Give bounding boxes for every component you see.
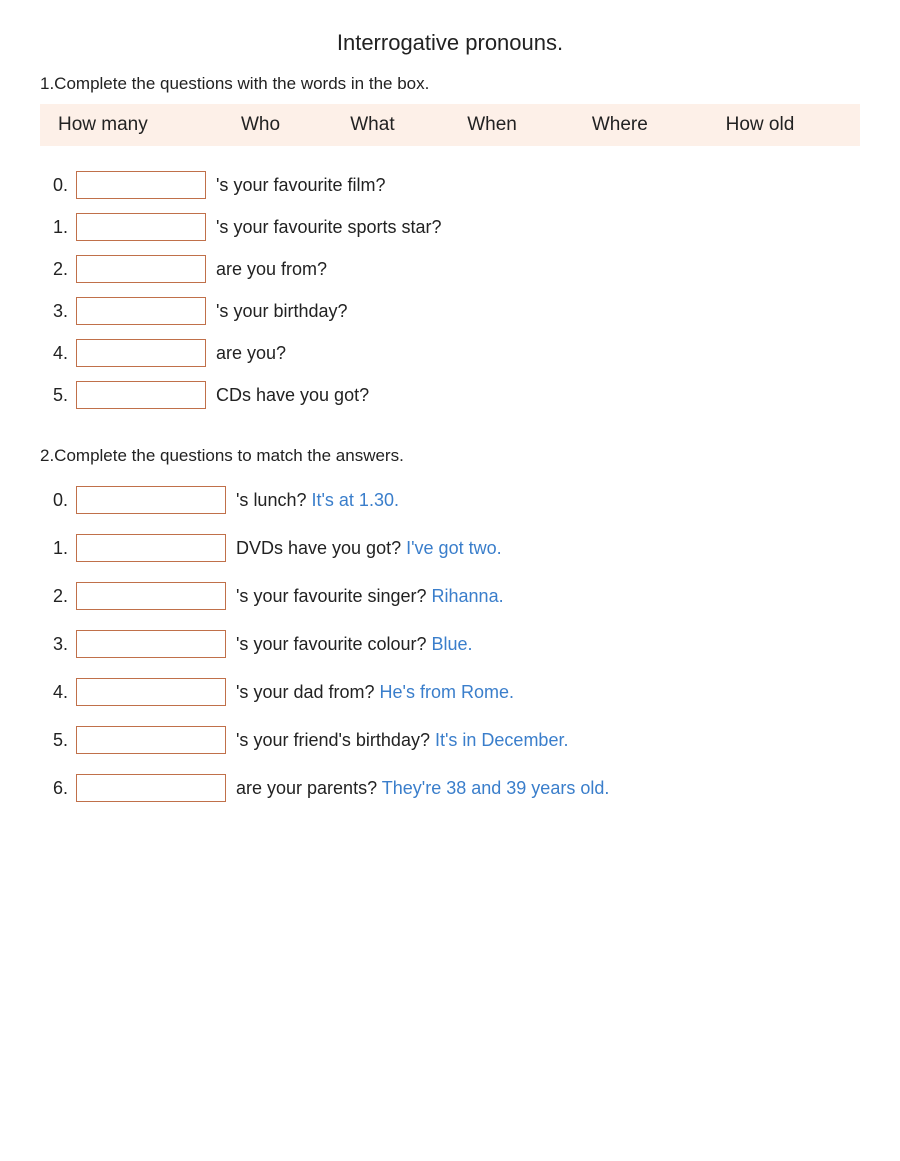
answer-input-s2-4[interactable] bbox=[76, 678, 226, 706]
table-row: 0. 's your favourite film? bbox=[40, 164, 860, 206]
answer-input-s1-2[interactable] bbox=[76, 255, 206, 283]
answer-input-s2-6[interactable] bbox=[76, 774, 226, 802]
page-title: Interrogative pronouns. bbox=[40, 30, 860, 56]
list-item: 2. 's your favourite singer? Rihanna. bbox=[40, 572, 860, 620]
blue-answer: Rihanna. bbox=[432, 586, 504, 606]
question-with-answer: 's your dad from? He's from Rome. bbox=[232, 668, 860, 716]
blue-answer: I've got two. bbox=[406, 538, 501, 558]
question-number: 2. bbox=[40, 248, 72, 290]
answer-input-s1-0[interactable] bbox=[76, 171, 206, 199]
table-row: 3. 's your birthday? bbox=[40, 290, 860, 332]
word-box-item: Where bbox=[574, 104, 708, 146]
list-item: 1. DVDs have you got? I've got two. bbox=[40, 524, 860, 572]
table-row: 2. are you from? bbox=[40, 248, 860, 290]
blue-answer: He's from Rome. bbox=[380, 682, 514, 702]
question-number: 3. bbox=[40, 290, 72, 332]
question-number: 1. bbox=[40, 524, 72, 572]
question-with-answer: 's lunch? It's at 1.30. bbox=[232, 476, 860, 524]
question-with-answer: 's your friend's birthday? It's in Decem… bbox=[232, 716, 860, 764]
table-row: 4. are you? bbox=[40, 332, 860, 374]
answer-input-s1-5[interactable] bbox=[76, 381, 206, 409]
answer-input-s2-3[interactable] bbox=[76, 630, 226, 658]
list-item: 0. 's lunch? It's at 1.30. bbox=[40, 476, 860, 524]
word-box-item: When bbox=[449, 104, 574, 146]
question-number: 3. bbox=[40, 620, 72, 668]
question-number: 0. bbox=[40, 476, 72, 524]
question-text: 's your favourite film? bbox=[212, 164, 860, 206]
answer-input-s2-2[interactable] bbox=[76, 582, 226, 610]
answer-input-s1-1[interactable] bbox=[76, 213, 206, 241]
answer-input-s1-4[interactable] bbox=[76, 339, 206, 367]
list-item: 5. 's your friend's birthday? It's in Dec… bbox=[40, 716, 860, 764]
question-text: 's your birthday? bbox=[212, 290, 860, 332]
question-with-answer: DVDs have you got? I've got two. bbox=[232, 524, 860, 572]
answer-input-s2-5[interactable] bbox=[76, 726, 226, 754]
question-number: 5. bbox=[40, 716, 72, 764]
word-box: How manyWhoWhatWhenWhereHow old bbox=[40, 104, 860, 146]
section2-instruction: 2.Complete the questions to match the an… bbox=[40, 446, 860, 466]
question-text: are you from? bbox=[212, 248, 860, 290]
section1-instruction: 1.Complete the questions with the words … bbox=[40, 74, 860, 94]
question-number: 6. bbox=[40, 764, 72, 812]
question-number: 0. bbox=[40, 164, 72, 206]
question-with-answer: 's your favourite colour? Blue. bbox=[232, 620, 860, 668]
blue-answer: They're 38 and 39 years old. bbox=[382, 778, 610, 798]
question-text: are you? bbox=[212, 332, 860, 374]
word-box-item: What bbox=[332, 104, 449, 146]
blue-answer: It's in December. bbox=[435, 730, 569, 750]
question-with-answer: are your parents? They're 38 and 39 year… bbox=[232, 764, 860, 812]
question-number: 1. bbox=[40, 206, 72, 248]
question-number: 5. bbox=[40, 374, 72, 416]
answer-input-s1-3[interactable] bbox=[76, 297, 206, 325]
question-text: 's your favourite sports star? bbox=[212, 206, 860, 248]
list-item: 3. 's your favourite colour? Blue. bbox=[40, 620, 860, 668]
answer-input-s2-0[interactable] bbox=[76, 486, 226, 514]
blue-answer: It's at 1.30. bbox=[311, 490, 399, 510]
table-row: 1. 's your favourite sports star? bbox=[40, 206, 860, 248]
question-number: 4. bbox=[40, 332, 72, 374]
table-row: 5. CDs have you got? bbox=[40, 374, 860, 416]
blue-answer: Blue. bbox=[432, 634, 473, 654]
question-text: CDs have you got? bbox=[212, 374, 860, 416]
question-number: 4. bbox=[40, 668, 72, 716]
list-item: 6. are your parents? They're 38 and 39 ye… bbox=[40, 764, 860, 812]
question-with-answer: 's your favourite singer? Rihanna. bbox=[232, 572, 860, 620]
word-box-item: How old bbox=[708, 104, 860, 146]
word-box-item: Who bbox=[223, 104, 332, 146]
list-item: 4. 's your dad from? He's from Rome. bbox=[40, 668, 860, 716]
answer-input-s2-1[interactable] bbox=[76, 534, 226, 562]
question-number: 2. bbox=[40, 572, 72, 620]
section2-exercise-table: 0. 's lunch? It's at 1.30. 1. DVDs have you… bbox=[40, 476, 860, 812]
word-box-item: How many bbox=[40, 104, 223, 146]
section1-exercise-table: 0. 's your favourite film? 1. 's your favou… bbox=[40, 164, 860, 416]
